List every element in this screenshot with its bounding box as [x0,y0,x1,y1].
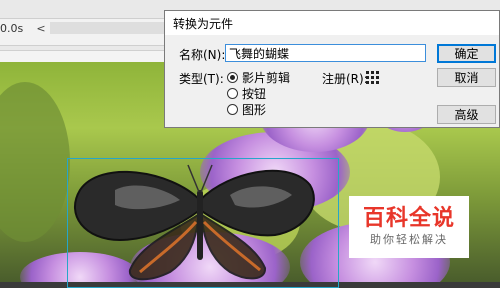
type-option-label: 影片剪辑 [242,71,291,85]
watermark: 百科全说 助你轻松解决 [349,196,469,258]
registration-grid-icon[interactable] [366,71,379,84]
dialog-title: 转换为元件 [173,17,234,31]
type-option-graphic[interactable]: 图形 [227,101,266,118]
type-option-label: 图形 [242,103,267,117]
timeline-scrollbar[interactable] [50,22,165,34]
type-option-label: 按钮 [242,87,267,101]
dialog-titlebar[interactable]: 转换为元件 [165,11,499,35]
advanced-button[interactable]: 高级 [437,105,496,124]
radio-icon[interactable] [227,88,238,99]
radio-icon[interactable] [227,104,238,115]
radio-checked-icon[interactable] [227,72,238,83]
type-option-button[interactable]: 按钮 [227,85,266,102]
selection-bounding-box [67,158,339,288]
ok-button[interactable]: 确定 [437,44,496,63]
registration-label: 注册(R): [322,72,368,86]
chevron-left-icon[interactable]: < [35,20,47,36]
watermark-title: 百科全说 [362,206,455,231]
name-label: 名称(N): [179,48,226,62]
cancel-button[interactable]: 取消 [437,68,496,87]
convert-to-symbol-dialog: 转换为元件 名称(N): 类型(T): 影片剪辑 按钮 图形 注册(R): 确定… [164,10,500,128]
type-option-movieclip[interactable]: 影片剪辑 [227,69,290,86]
symbol-name-input[interactable] [225,44,426,62]
time-readout: 0.0s [0,22,24,35]
type-label: 类型(T): [179,72,224,86]
watermark-subtitle: 助你轻松解决 [370,233,448,246]
